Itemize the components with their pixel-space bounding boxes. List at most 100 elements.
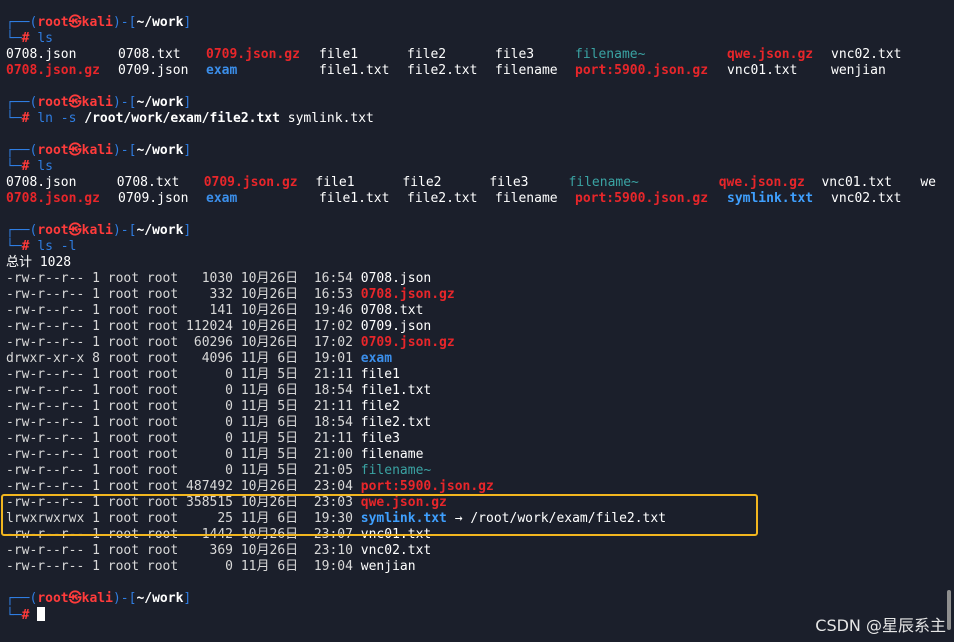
- listing-owner: root: [107, 479, 140, 494]
- listing-owner: root: [107, 447, 140, 462]
- listing-day: 26日: [269, 303, 299, 318]
- listing-filename: file1: [360, 367, 400, 382]
- listing-month: 10月: [240, 543, 270, 558]
- listing-filename: file2: [360, 399, 400, 414]
- file-entry: file3: [495, 47, 535, 62]
- listing-filename: port:5900.json.gz: [360, 479, 494, 494]
- listing-links: 1: [92, 287, 100, 302]
- file-entry: port:5900.json.gz: [575, 63, 709, 78]
- file-entry: port:5900.json.gz: [575, 191, 709, 206]
- listing-owner: root: [107, 319, 140, 334]
- listing-row: -rw-r--r-- 1 root root 60296 10月26日 17:0…: [6, 335, 950, 351]
- listing-size: 487492: [186, 479, 234, 494]
- listing-time: 16:54: [313, 271, 353, 286]
- file-entry: filename: [495, 191, 558, 206]
- file-entry: 0708.json.gz: [6, 63, 100, 78]
- file-entry: file1: [319, 47, 359, 62]
- file-entry: exam: [206, 191, 238, 206]
- listing-perm: -rw-r--r--: [6, 479, 85, 494]
- listing-time: 21:11: [313, 431, 353, 446]
- command-line: └─# ls -l: [6, 239, 77, 254]
- file-entry: filename~: [575, 47, 646, 62]
- listing-filename: 0708.json.gz: [360, 287, 455, 302]
- listing-perm: drwxr-xr-x: [6, 351, 85, 366]
- listing-row: -rw-r--r-- 1 root root 0 11月 6日 18:54 fi…: [6, 383, 950, 399]
- file-entry: 0708.txt: [116, 175, 180, 190]
- listing-size: 1030: [186, 271, 234, 286]
- listing-month: 10月: [240, 479, 270, 494]
- listing-filename: filename: [360, 447, 424, 462]
- listing-filename: file3: [360, 431, 400, 446]
- listing-perm: -rw-r--r--: [6, 287, 85, 302]
- listing-day: 5日: [269, 463, 299, 478]
- listing-owner: root: [107, 303, 140, 318]
- listing-month: 10月: [240, 303, 270, 318]
- listing-row: -rw-r--r-- 1 root root 0 11月 5日 21:11 fi…: [6, 431, 950, 447]
- listing-day: 6日: [269, 415, 299, 430]
- listing-perm: -rw-r--r--: [6, 431, 85, 446]
- listing-day: 26日: [269, 271, 299, 286]
- listing-owner: root: [107, 543, 140, 558]
- listing-owner: root: [107, 287, 140, 302]
- listing-time: 23:10: [313, 543, 353, 558]
- text-cursor: [37, 607, 46, 621]
- file-entry: vnc01.txt: [821, 175, 892, 190]
- file-entry: 0709.json.gz: [206, 47, 300, 62]
- listing-size: 141: [186, 303, 234, 318]
- listing-size: 0: [186, 383, 234, 398]
- file-entry: we: [920, 175, 936, 190]
- listing-day: 26日: [269, 479, 299, 494]
- scrollbar[interactable]: [947, 590, 951, 630]
- listing-month: 10月: [240, 335, 270, 350]
- prompt-line: ┌──(root㉿kali)-[~/work]: [6, 223, 192, 238]
- listing-links: 1: [92, 335, 100, 350]
- listing-row: drwxr-xr-x 8 root root 4096 11月 6日 19:01…: [6, 351, 950, 367]
- listing-group: root: [146, 271, 179, 286]
- listing-group: root: [146, 447, 179, 462]
- listing-perm: -rw-r--r--: [6, 271, 85, 286]
- total-line: 总计 1028: [6, 255, 72, 270]
- listing-group: root: [146, 383, 179, 398]
- listing-group: root: [146, 559, 179, 574]
- listing-time: 21:00: [313, 447, 353, 462]
- listing-filename: exam: [360, 351, 393, 366]
- file-entry: vnc01.txt: [727, 63, 798, 78]
- listing-size: 0: [186, 559, 234, 574]
- listing-month: 11月: [240, 383, 270, 398]
- listing-links: 1: [92, 399, 100, 414]
- listing-day: 26日: [269, 335, 299, 350]
- file-entry: file1: [315, 175, 355, 190]
- listing-month: 11月: [240, 431, 270, 446]
- listing-perm: -rw-r--r--: [6, 335, 85, 350]
- file-entry: symlink.txt: [727, 191, 814, 206]
- listing-row: -rw-r--r-- 1 root root 332 10月26日 16:53 …: [6, 287, 950, 303]
- listing-month: 10月: [240, 319, 270, 334]
- listing-owner: root: [107, 383, 140, 398]
- file-entry: 0708.txt: [118, 47, 181, 62]
- command-line[interactable]: └─#: [6, 607, 950, 623]
- listing-day: 5日: [269, 431, 299, 446]
- listing-month: 11月: [240, 559, 270, 574]
- listing-time: 21:11: [313, 399, 353, 414]
- listing-perm: -rw-r--r--: [6, 303, 85, 318]
- listing-filename: 0709.json: [360, 319, 432, 334]
- file-entry: filename~: [568, 175, 639, 190]
- listing-row: -rw-r--r-- 1 root root 0 11月 5日 21:05 fi…: [6, 463, 950, 479]
- listing-links: 1: [92, 479, 100, 494]
- listing-day: 26日: [269, 319, 299, 334]
- listing-owner: root: [107, 351, 140, 366]
- listing-filename: vnc02.txt: [360, 543, 432, 558]
- file-entry: file1.txt: [319, 63, 390, 78]
- listing-size: 0: [186, 399, 234, 414]
- file-entry: vnc02.txt: [831, 47, 902, 62]
- listing-links: 8: [92, 351, 100, 366]
- listing-owner: root: [107, 415, 140, 430]
- listing-links: 1: [92, 271, 100, 286]
- listing-filename: file1.txt: [360, 383, 432, 398]
- listing-perm: -rw-r--r--: [6, 319, 85, 334]
- listing-links: 1: [92, 367, 100, 382]
- listing-owner: root: [107, 399, 140, 414]
- listing-month: 10月: [240, 271, 270, 286]
- listing-owner: root: [107, 463, 140, 478]
- listing-time: 19:04: [313, 559, 353, 574]
